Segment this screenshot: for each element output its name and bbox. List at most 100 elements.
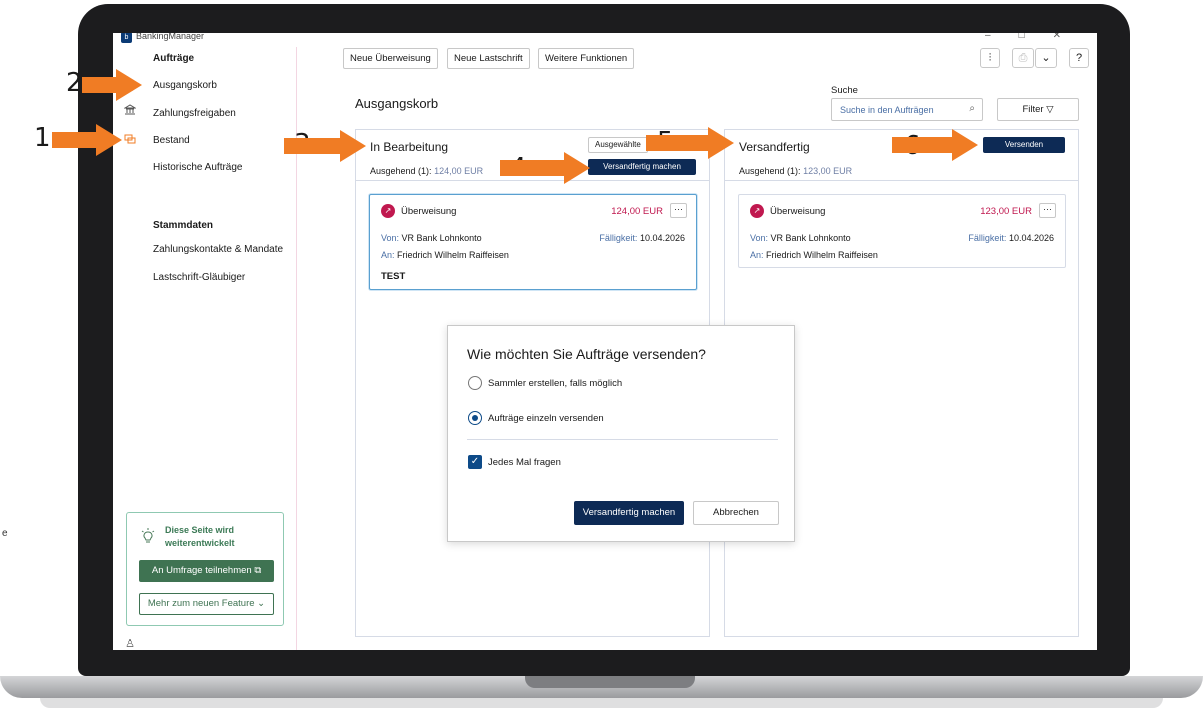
to-value: Friedrich Wilhelm Raiffeisen <box>397 250 509 260</box>
filter-icon: ▽ <box>1046 104 1054 115</box>
sidebar-item-bestand[interactable]: Bestand <box>153 135 190 146</box>
more-feature-label: Mehr zum neuen Feature <box>147 598 255 609</box>
more-feature-button[interactable]: Mehr zum neuen Feature ⌄ <box>139 593 274 615</box>
order-card[interactable]: ↗ Überweisung 124,00 EUR ··· Von: VR Ban… <box>369 194 697 290</box>
from-label: Von: <box>750 233 769 243</box>
survey-button[interactable]: An Umfrage teilnehmen ⧉ <box>139 560 274 582</box>
more-icon[interactable]: ··· <box>1039 203 1056 218</box>
from-value: VR Bank Lohnkonto <box>401 233 482 243</box>
print-icon[interactable]: ⎙ <box>1012 48 1034 68</box>
new-debit-button[interactable]: Neue Lastschrift <box>447 48 530 69</box>
make-ready-confirm-button[interactable]: Versandfertig machen <box>574 501 684 525</box>
outgoing-amount: 124,00 EUR <box>434 166 484 176</box>
radio-individual-label[interactable]: Aufträge einzeln versenden <box>488 413 604 424</box>
filter-button[interactable]: Filter ▽ <box>997 98 1079 121</box>
ask-every-time-label[interactable]: Jedes Mal fragen <box>488 457 561 468</box>
sidebar-item-historische-auftraege[interactable]: Historische Aufträge <box>153 162 243 173</box>
due-value: 10.04.2026 <box>1008 233 1054 243</box>
make-ready-button[interactable]: Versandfertig machen <box>588 159 696 175</box>
card-type: Überweisung <box>770 206 826 217</box>
search-icon: ⌕ <box>969 103 975 114</box>
radio-individual[interactable] <box>468 411 482 425</box>
title-bar: b BankingManager –□✕ <box>113 33 1097 47</box>
annotation-number-1: 1 <box>34 123 51 153</box>
feature-info-box: Diese Seite wird weiterentwickelt An Umf… <box>126 512 284 626</box>
outgoing-label: Ausgehend (1): <box>739 166 801 176</box>
card-due: Fälligkeit: 10.04.2026 <box>599 233 685 243</box>
outgoing-summary: Ausgehend (1): 124,00 EUR <box>370 166 483 176</box>
send-button[interactable]: Versenden <box>983 137 1065 153</box>
arrow-shaft <box>82 77 118 93</box>
new-transfer-button[interactable]: Neue Überweisung <box>343 48 438 69</box>
card-due: Fälligkeit: 10.04.2026 <box>968 233 1054 243</box>
sidebar-item-ausgangskorb[interactable]: Ausgangskorb <box>153 80 217 91</box>
cancel-button[interactable]: Abbrechen <box>693 501 779 525</box>
sidebar-item-zahlungsfreigaben[interactable]: Zahlungsfreigaben <box>153 108 236 119</box>
arrow-shaft <box>284 138 342 154</box>
due-label: Fälligkeit: <box>599 233 638 243</box>
filter-label: Filter <box>1022 104 1044 115</box>
arrow-shaft <box>892 137 954 153</box>
selected-button[interactable]: Ausgewählte <box>588 137 648 153</box>
dialog-divider <box>467 439 778 440</box>
laptop-shadow <box>40 698 1163 708</box>
more-functions-button[interactable]: Weitere Funktionen <box>538 48 635 69</box>
from-label: Von: <box>381 233 400 243</box>
arrow-shaft <box>646 135 710 151</box>
arrow-head <box>96 124 122 156</box>
app-title: BankingManager <box>136 33 205 41</box>
order-card[interactable]: ↗ Überweisung 123,00 EUR ··· Von: VR Ban… <box>738 194 1066 268</box>
sidebar-item-zahlungskontakte[interactable]: Zahlungskontakte & Mandate <box>153 244 283 255</box>
annotation-arrow-2 <box>82 69 142 101</box>
outgoing-label: Ausgehend (1): <box>370 166 432 176</box>
annotation-arrow-6 <box>892 129 980 161</box>
card-to: An: Friedrich Wilhelm Raiffeisen <box>381 250 509 260</box>
help-icon[interactable]: ? <box>1069 48 1089 68</box>
to-label: An: <box>750 250 764 260</box>
due-label: Fälligkeit: <box>968 233 1007 243</box>
radio-collector[interactable] <box>468 376 482 390</box>
arrow-shaft <box>52 132 98 148</box>
survey-button-label: An Umfrage teilnehmen <box>151 565 252 576</box>
feature-info-text: Diese Seite wird weiterentwickelt <box>165 525 235 548</box>
send-mode-dialog: Wie möchten Sie Aufträge versenden? Samm… <box>447 325 795 542</box>
chevron-down-icon[interactable]: ⌄ <box>1035 48 1057 68</box>
annotation-arrow-1 <box>52 124 122 156</box>
dialog-title: Wie möchten Sie Aufträge versenden? <box>467 346 706 362</box>
ask-every-time-checkbox[interactable]: ✓ <box>468 455 482 469</box>
app-screen: b BankingManager –□✕ ≡ ☺ ⚙ ♙ Aufträge Au… <box>113 33 1097 650</box>
bm-logo-icon: b <box>121 33 132 43</box>
due-value: 10.04.2026 <box>639 233 685 243</box>
stack-icon[interactable] <box>123 133 137 147</box>
sidebar-item-lastschrift-glaeubiger[interactable]: Lastschrift-Gläubiger <box>153 272 245 283</box>
user-icon[interactable]: ♙ <box>123 637 137 650</box>
arrow-head <box>116 69 142 101</box>
sidebar-section-stammdaten: Stammdaten <box>153 220 214 231</box>
to-value: Friedrich Wilhelm Raiffeisen <box>766 250 878 260</box>
external-link-icon: ⧉ <box>254 565 262 576</box>
window-controls[interactable]: –□✕ <box>985 33 1089 41</box>
radio-collector-label[interactable]: Sammler erstellen, falls möglich <box>488 378 622 389</box>
stray-text: e <box>2 528 8 539</box>
more-icon[interactable]: ··· <box>670 203 687 218</box>
card-from: Von: VR Bank Lohnkonto <box>750 233 851 243</box>
outgoing-arrow-icon: ↗ <box>381 204 395 218</box>
card-type: Überweisung <box>401 206 457 217</box>
bank-icon[interactable] <box>123 104 137 118</box>
annotation-number-2: 2 <box>66 68 83 98</box>
search-placeholder: Suche in den Aufträgen <box>840 105 934 115</box>
sliders-icon[interactable]: ⫶ <box>980 48 1000 68</box>
arrow-shaft <box>500 160 566 176</box>
page-title: Ausgangskorb <box>355 96 439 111</box>
search-input[interactable]: Suche in den Aufträgen ⌕ <box>831 98 983 121</box>
card-amount: 123,00 EUR <box>980 206 1032 217</box>
to-label: An: <box>381 250 395 260</box>
outgoing-summary: Ausgehend (1): 123,00 EUR <box>739 166 852 176</box>
annotation-arrow-3 <box>284 130 368 162</box>
column-title: Versandfertig <box>739 140 810 154</box>
lightbulb-icon <box>141 528 155 549</box>
card-amount: 124,00 EUR <box>611 206 663 217</box>
chevron-down-icon: ⌄ <box>257 598 266 609</box>
annotation-arrow-5 <box>646 127 736 159</box>
sidebar-section-orders: Aufträge <box>153 53 195 64</box>
